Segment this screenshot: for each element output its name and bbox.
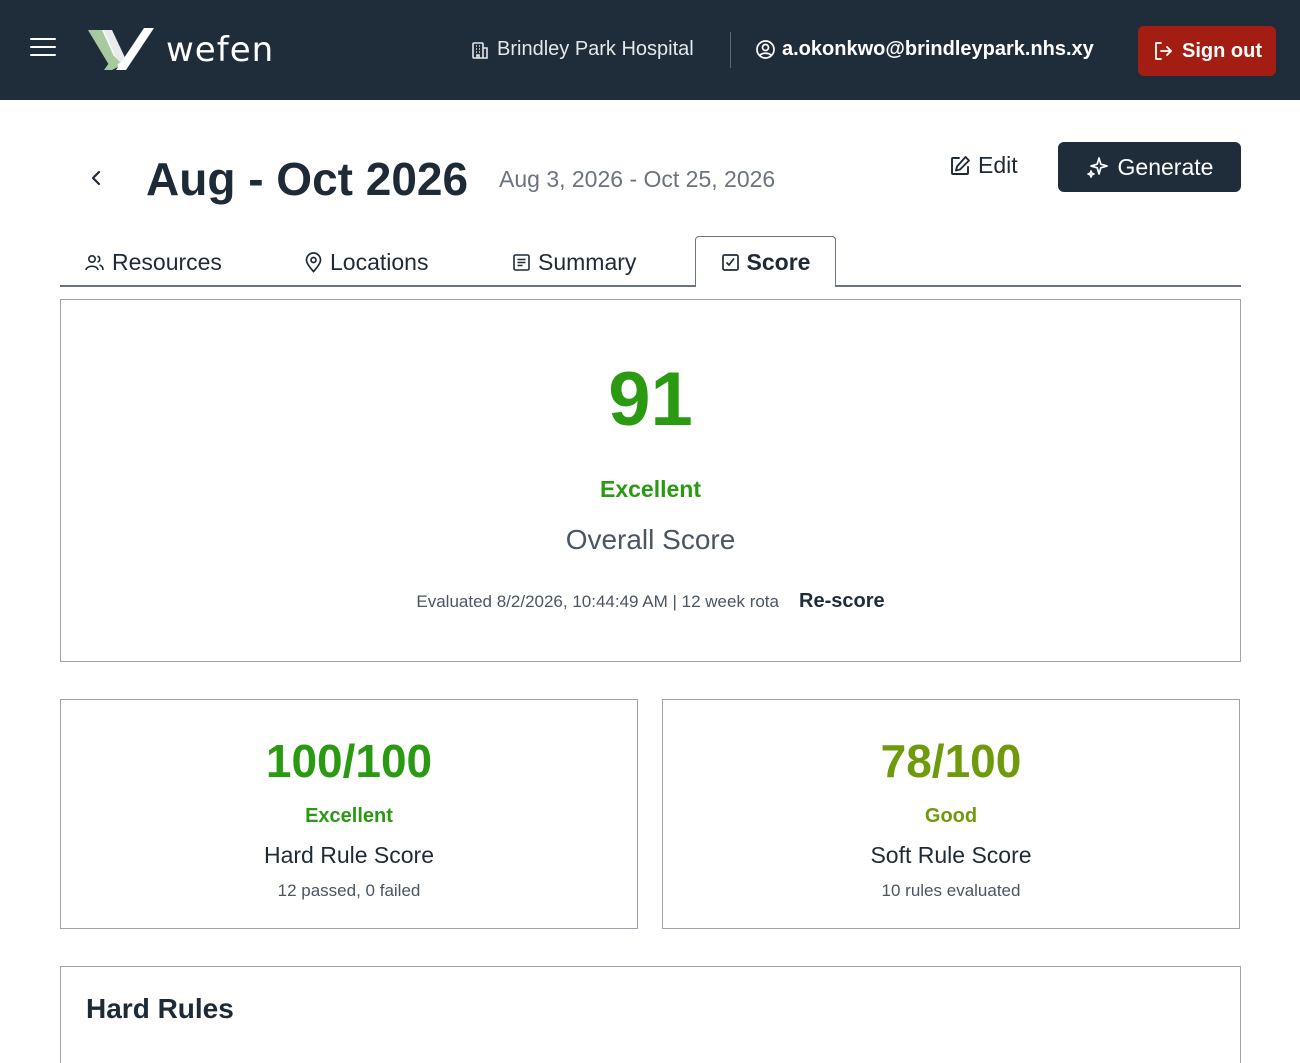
- hard-rule-detail: 12 passed, 0 failed: [277, 881, 421, 900]
- sign-out-icon: [1155, 42, 1172, 60]
- header-divider: [730, 32, 731, 68]
- tab-locations-label: Locations: [330, 248, 429, 275]
- top-navigation-bar: wefen Brindley Park Hospital a.okonkwo@b…: [0, 0, 1300, 100]
- edit-icon: [951, 155, 970, 175]
- user-account[interactable]: a.okonkwo@brindleypark.nhs.xy: [755, 38, 1094, 61]
- evaluation-info: Evaluated 8/2/2026, 10:44:49 AM | 12 wee…: [61, 590, 1240, 613]
- hospital-selector[interactable]: Brindley Park Hospital: [470, 38, 694, 61]
- map-pin-icon: [305, 251, 322, 273]
- overall-score-value: 91: [608, 357, 693, 442]
- overall-score-label: Overall Score: [565, 524, 736, 555]
- soft-rule-score-card: 78/100 Good Soft Rule Score 10 rules eva…: [662, 699, 1240, 929]
- tab-score[interactable]: Score: [695, 236, 836, 287]
- sign-out-button[interactable]: Sign out: [1138, 26, 1276, 76]
- hard-rule-score-card: 100/100 Excellent Hard Rule Score 12 pas…: [60, 699, 638, 929]
- users-icon: [85, 254, 104, 270]
- sign-out-label: Sign out: [1182, 39, 1262, 62]
- sparkles-icon: [1086, 157, 1108, 178]
- page-title: Aug - Oct 2026: [146, 153, 469, 205]
- soft-rule-rating: Good: [924, 805, 978, 827]
- generate-label: Generate: [1117, 153, 1214, 180]
- overall-rating: Excellent: [600, 476, 701, 502]
- date-range: Aug 3, 2026 - Oct 25, 2026: [499, 166, 776, 192]
- edit-label: Edit: [978, 152, 1018, 178]
- user-circle-icon: [756, 40, 775, 59]
- wefen-logo-icon: [88, 28, 154, 70]
- tab-summary[interactable]: Summary: [512, 246, 636, 278]
- tabs-underline: [60, 285, 1241, 287]
- tab-resources-label: Resources: [112, 248, 222, 275]
- hospital-name: Brindley Park Hospital: [497, 38, 694, 60]
- soft-rule-detail: 10 rules evaluated: [881, 881, 1021, 900]
- generate-button[interactable]: Generate: [1058, 142, 1241, 192]
- evaluated-timestamp: Evaluated 8/2/2026, 10:44:49 AM | 12 wee…: [416, 592, 779, 611]
- menu-icon[interactable]: [30, 38, 56, 62]
- building-icon: [472, 41, 488, 59]
- hard-rule-score-value: 100/100: [265, 735, 433, 787]
- hard-rule-rating: Excellent: [305, 805, 393, 827]
- rescore-button[interactable]: Re-score: [799, 590, 885, 613]
- overall-score-card: 91 Excellent Overall Score Evaluated 8/2…: [60, 299, 1241, 662]
- tab-summary-label: Summary: [538, 248, 637, 275]
- score-icon: [721, 253, 739, 271]
- edit-button[interactable]: Edit: [948, 152, 1018, 179]
- user-email: a.okonkwo@brindleypark.nhs.xy: [782, 38, 1094, 60]
- hard-rules-section: Hard Rules: [60, 966, 1241, 1063]
- tab-locations[interactable]: Locations: [304, 246, 428, 278]
- chevron-left-icon: [91, 170, 101, 186]
- brand-name: wefen: [166, 30, 275, 70]
- tab-score-label: Score: [746, 248, 811, 275]
- hard-rules-title: Hard Rules: [86, 993, 234, 1024]
- document-icon: [513, 253, 530, 271]
- tab-resources[interactable]: Resources: [84, 246, 222, 278]
- back-button[interactable]: [84, 164, 110, 192]
- soft-rule-score-label: Soft Rule Score: [870, 842, 1032, 868]
- soft-rule-score-value: 78/100: [880, 735, 1022, 787]
- hard-rule-score-label: Hard Rule Score: [263, 842, 435, 868]
